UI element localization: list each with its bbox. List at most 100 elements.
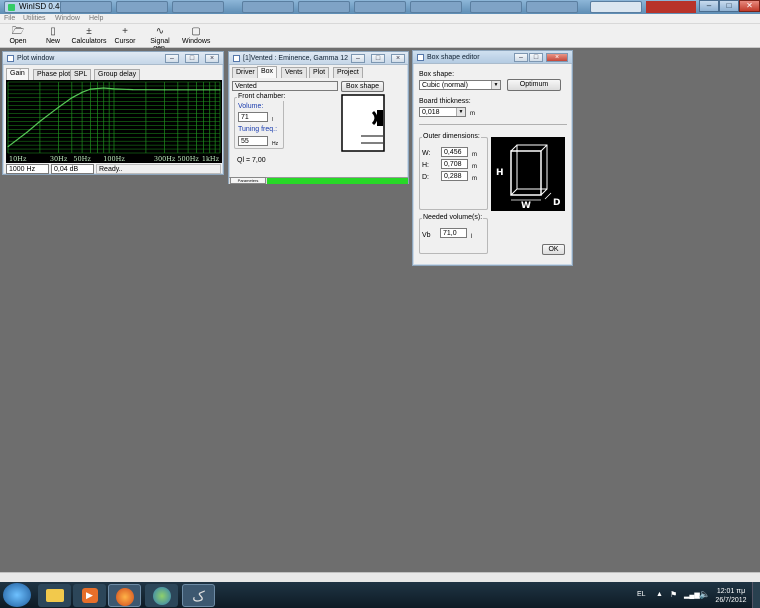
x-tick-label: 1kHz (202, 155, 220, 163)
show-desktop-button[interactable] (752, 582, 760, 608)
background-tab[interactable] (172, 1, 224, 13)
thickness-select[interactable]: 0,018 ▼ (419, 107, 466, 117)
clock-date: 26/7/2012 (715, 597, 747, 604)
close-icon[interactable]: × (546, 53, 568, 62)
menu-window[interactable]: Window (55, 14, 80, 24)
network-signal-icon[interactable]: ▂▄▆ (684, 591, 700, 599)
background-tab[interactable] (354, 1, 406, 13)
x-tick-label: 50Hz (73, 155, 91, 163)
dim-w-field[interactable]: 0,456 (441, 147, 468, 157)
new-document-icon: ▯ (50, 26, 56, 37)
calculators-button[interactable]: ± Calculators (70, 25, 108, 47)
minimize-button[interactable]: – (699, 0, 719, 12)
gain-chart[interactable]: 10Hz 30Hz 50Hz 100Hz 300Hz 500Hz 1kHz (6, 80, 222, 163)
language-indicator[interactable]: EL (637, 591, 646, 598)
outer-dimensions-label: Outer dimensions: (422, 133, 481, 141)
maximize-button[interactable]: □ (719, 0, 739, 12)
vb-unit: l (471, 234, 473, 240)
project-window-title-bar[interactable]: [1]Vented : Eminence, Gamma 12 – □ × (229, 52, 408, 65)
dim-h-field[interactable]: 0,708 (441, 159, 468, 169)
background-tab[interactable] (646, 1, 696, 13)
background-tab[interactable] (410, 1, 462, 13)
tab-spl[interactable]: SPL (70, 69, 92, 80)
tuning-input[interactable]: 55 (238, 136, 268, 146)
background-tab[interactable] (242, 1, 294, 13)
signal-generator-button[interactable]: ∿Signal gen. (143, 25, 177, 52)
dim-h-label: H: (422, 162, 429, 169)
x-tick-label: 10Hz (9, 155, 27, 163)
window-icon (7, 55, 14, 62)
windows-button[interactable]: ▢ Windows (182, 25, 210, 47)
box-shape-select[interactable]: Cubic (normal) ▼ (419, 80, 501, 90)
diagram-label-w: W (521, 201, 531, 211)
minimize-icon[interactable]: – (165, 54, 179, 63)
dim-d-unit: m (472, 176, 477, 182)
menu-help[interactable]: Help (89, 14, 103, 24)
background-tab[interactable] (116, 1, 168, 13)
plot-window-title-bar[interactable]: Plot window – □ × (3, 52, 223, 65)
volume-input[interactable]: 71 (238, 112, 268, 122)
new-button[interactable]: ▯ New (42, 25, 64, 47)
tab-box[interactable]: Box (257, 66, 278, 78)
project-window-title: [1]Vented : Eminence, Gamma 12 (243, 55, 349, 62)
background-tab[interactable] (470, 1, 522, 13)
chevron-down-icon[interactable]: ▼ (456, 108, 465, 116)
box-dimensions-diagram: H W D (491, 137, 565, 211)
box-shape-button[interactable]: Box shape (341, 81, 384, 92)
close-icon[interactable]: × (205, 54, 219, 63)
close-icon[interactable]: × (391, 54, 405, 63)
background-tab[interactable] (60, 1, 112, 13)
tab-gain[interactable]: Gain (6, 68, 29, 80)
tab-group-delay[interactable]: Group delay (94, 69, 141, 80)
minimize-icon[interactable]: – (351, 54, 365, 63)
background-tab[interactable] (590, 1, 642, 13)
tab-project[interactable]: Project (333, 67, 363, 78)
menu-utilities[interactable]: Utilities (23, 14, 46, 24)
background-tab[interactable] (298, 1, 350, 13)
winisd-taskbar-icon[interactable]: ک (182, 584, 215, 607)
open-button[interactable]: 🗁 Open (6, 25, 30, 47)
menu-file[interactable]: File (4, 14, 15, 24)
box-type-field[interactable]: Vented (232, 81, 338, 91)
start-button[interactable] (3, 583, 31, 607)
tab-vents[interactable]: Vents (281, 67, 307, 78)
tab-phase-plot[interactable]: Phase plot (33, 69, 75, 80)
action-center-icon[interactable]: ⚑ (670, 590, 677, 599)
diagram-label-h: H (496, 168, 504, 178)
clock[interactable]: 12:01 πμ 26/7/2012 (712, 587, 750, 605)
app-status-bar (0, 572, 760, 582)
maximize-icon[interactable]: □ (529, 53, 543, 62)
vb-field[interactable]: 71,0 (440, 228, 467, 238)
cursor-button[interactable]: + Cursor (113, 25, 137, 47)
gain-data-point (113, 88, 115, 90)
calculators-label: Calculators (71, 38, 107, 45)
gain-data-point (71, 97, 73, 99)
tab-driver[interactable]: Driver (232, 67, 259, 78)
tray-chevron-up-icon[interactable]: ▲ (656, 591, 663, 598)
gain-data-point (89, 88, 92, 90)
box-editor-title-bar[interactable]: Box shape editor – □ × (413, 51, 572, 64)
ok-button[interactable]: OK (542, 244, 565, 255)
firefox-taskbar-icon[interactable] (108, 584, 141, 607)
dim-w-label: W: (422, 150, 431, 157)
x-tick-label: 30Hz (50, 155, 68, 163)
chevron-down-icon[interactable]: ▼ (491, 81, 500, 89)
dim-d-field[interactable]: 0,288 (441, 171, 468, 181)
tab-plot[interactable]: Plot (309, 67, 330, 78)
network-taskbar-icon[interactable] (145, 584, 178, 607)
parameters-label: Parameters (230, 177, 266, 184)
close-button[interactable]: ✕ (739, 0, 760, 12)
media-player-taskbar-icon[interactable]: ▶ (73, 584, 106, 607)
background-tab[interactable] (526, 1, 578, 13)
box-shape-editor-window: Box shape editor – □ × Box shape: Cubic … (412, 50, 573, 266)
optimum-button[interactable]: Optimum (507, 79, 561, 91)
x-tick-label: 300Hz (154, 155, 176, 163)
gain-data-point (7, 146, 9, 148)
front-chamber-label: Front chamber: (237, 93, 287, 101)
minimize-icon[interactable]: – (514, 53, 528, 62)
maximize-icon[interactable]: □ (185, 54, 199, 63)
maximize-icon[interactable]: □ (371, 54, 385, 63)
volume-icon[interactable]: 🔈 (699, 589, 710, 600)
parameters-progress-bar: Parameters (229, 177, 408, 184)
explorer-taskbar-icon[interactable] (38, 584, 71, 607)
